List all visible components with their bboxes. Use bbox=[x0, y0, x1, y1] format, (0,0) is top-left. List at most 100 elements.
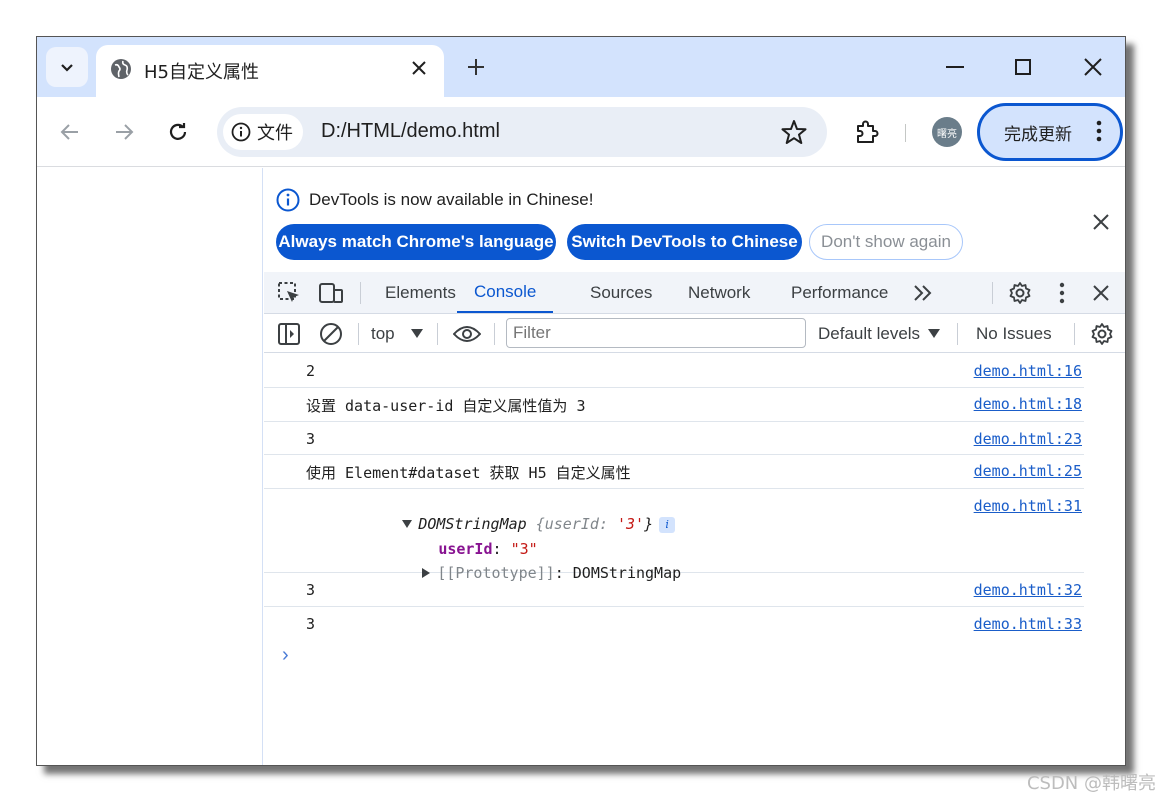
info-badge[interactable]: i bbox=[659, 516, 676, 533]
language-infobar: DevTools is now available in Chinese! Al… bbox=[264, 168, 1125, 272]
tab-search-button[interactable] bbox=[46, 47, 88, 87]
log-levels-dropdown[interactable]: Default levels bbox=[818, 324, 920, 344]
close-icon bbox=[412, 61, 426, 75]
clear-console-button[interactable] bbox=[318, 321, 344, 347]
log-message: 设置 data-user-id 自定义属性值为 3 bbox=[306, 397, 586, 415]
log-message: 2 bbox=[306, 362, 316, 380]
info-icon bbox=[276, 188, 300, 212]
sidebar-toggle-button[interactable] bbox=[276, 321, 302, 347]
divider bbox=[1074, 323, 1075, 345]
url-text[interactable]: D:/HTML/demo.html bbox=[321, 120, 500, 143]
reload-icon bbox=[169, 123, 187, 140]
browser-window: H5自定义属性 文件 D:/HTML/demo.html 曙亮 完成更新 Dev… bbox=[36, 36, 1126, 766]
console-toolbar: top Default levels No Issues bbox=[264, 315, 1125, 353]
live-expression-button[interactable] bbox=[452, 321, 482, 347]
close-icon[interactable] bbox=[1089, 210, 1113, 234]
log-source-link[interactable]: demo.html:32 bbox=[974, 581, 1082, 599]
log-source-link[interactable]: demo.html:16 bbox=[974, 362, 1082, 380]
address-bar[interactable]: 文件 D:/HTML/demo.html bbox=[217, 107, 827, 157]
log-row: 2 demo.html:16 bbox=[264, 355, 1084, 388]
forward-button[interactable] bbox=[107, 115, 141, 149]
minimize-button[interactable] bbox=[935, 51, 975, 83]
divider bbox=[358, 323, 359, 345]
devtools-menu-button[interactable] bbox=[1049, 280, 1075, 306]
console-settings-button[interactable] bbox=[1089, 321, 1115, 347]
inspect-element-button[interactable] bbox=[276, 280, 302, 306]
globe-icon bbox=[111, 59, 131, 79]
log-source-link[interactable]: demo.html:25 bbox=[974, 462, 1082, 480]
gear-icon bbox=[1091, 323, 1113, 345]
log-source-link[interactable]: demo.html:23 bbox=[974, 430, 1082, 448]
tab-performance[interactable]: Performance bbox=[791, 272, 888, 313]
site-info-chip[interactable]: 文件 bbox=[223, 114, 303, 150]
divider bbox=[360, 282, 361, 304]
arrow-right-icon bbox=[116, 124, 134, 140]
watermark: CSDN @韩曙亮 bbox=[1026, 773, 1156, 794]
object-preview-key: userId bbox=[544, 515, 599, 533]
maximize-button[interactable] bbox=[1003, 51, 1043, 83]
new-tab-button[interactable] bbox=[461, 52, 491, 82]
log-source-link[interactable]: demo.html:31 bbox=[974, 497, 1082, 515]
devtools-close-button[interactable] bbox=[1088, 280, 1114, 306]
tab-network[interactable]: Network bbox=[688, 272, 750, 313]
tab-title: H5自定义属性 bbox=[144, 62, 259, 83]
context-selector[interactable]: top bbox=[371, 324, 395, 344]
log-row: 3 demo.html:23 bbox=[264, 422, 1084, 455]
dont-show-again-button[interactable]: Don't show again bbox=[809, 224, 963, 260]
chevron-down-icon bbox=[61, 64, 73, 72]
log-source-link[interactable]: demo.html:33 bbox=[974, 615, 1082, 633]
log-source-link[interactable]: demo.html:18 bbox=[974, 395, 1082, 413]
kebab-menu-icon bbox=[1096, 120, 1102, 142]
tab-sources[interactable]: Sources bbox=[590, 272, 652, 313]
tab-close-button[interactable] bbox=[406, 55, 432, 81]
divider bbox=[957, 323, 958, 345]
tab-strip: H5自定义属性 bbox=[37, 37, 1125, 97]
window-close-button[interactable] bbox=[1073, 51, 1113, 83]
always-match-language-button[interactable]: Always match Chrome's language bbox=[276, 224, 556, 260]
more-tabs-button[interactable] bbox=[910, 280, 936, 306]
log-message: 3 bbox=[306, 581, 316, 599]
log-row-object: DOMStringMap {userId: '3'} i userId: "3" … bbox=[264, 489, 1084, 582]
gear-icon bbox=[1009, 282, 1031, 304]
info-icon bbox=[231, 122, 251, 142]
device-toolbar-button[interactable] bbox=[318, 280, 344, 306]
kebab-menu-icon bbox=[1059, 282, 1065, 304]
browser-toolbar: 文件 D:/HTML/demo.html 曙亮 完成更新 bbox=[37, 97, 1125, 167]
object-preview-value: '3' bbox=[617, 515, 645, 533]
devtools-tab-bar: Elements Console Sources Network Perform… bbox=[264, 272, 1125, 314]
double-chevron-right-icon bbox=[914, 285, 932, 301]
switch-to-chinese-button[interactable]: Switch DevTools to Chinese bbox=[567, 224, 802, 260]
browser-tab[interactable]: H5自定义属性 bbox=[96, 45, 444, 97]
dropdown-arrow-icon[interactable] bbox=[411, 329, 423, 339]
profile-avatar[interactable]: 曙亮 bbox=[932, 117, 962, 147]
extensions-puzzle-icon[interactable] bbox=[852, 117, 882, 147]
update-button[interactable]: 完成更新 bbox=[977, 103, 1123, 161]
infobar-message: DevTools is now available in Chinese! bbox=[309, 190, 594, 209]
divider bbox=[494, 323, 495, 345]
back-button[interactable] bbox=[53, 115, 87, 149]
divider bbox=[992, 282, 993, 304]
page-viewport bbox=[37, 168, 263, 765]
reload-button[interactable] bbox=[161, 115, 195, 149]
sidebar-icon bbox=[278, 323, 300, 345]
log-row: 3 demo.html:33 bbox=[264, 607, 1084, 640]
tab-console[interactable]: Console bbox=[457, 272, 554, 313]
console-prompt-row[interactable]: › bbox=[264, 640, 1125, 680]
log-message: 3 bbox=[306, 430, 316, 448]
log-row: 使用 Element#dataset 获取 H5 自定义属性 demo.html… bbox=[264, 455, 1084, 489]
console-prompt[interactable]: › bbox=[282, 644, 289, 667]
bookmark-star-icon[interactable] bbox=[781, 119, 807, 145]
site-info-label: 文件 bbox=[257, 123, 293, 144]
dropdown-arrow-icon[interactable] bbox=[928, 329, 940, 339]
devtools-settings-button[interactable] bbox=[1007, 280, 1033, 306]
object-preview-colon: : bbox=[598, 515, 617, 533]
filter-input[interactable] bbox=[506, 318, 806, 348]
tab-elements[interactable]: Elements bbox=[385, 272, 456, 313]
close-icon bbox=[1093, 285, 1109, 301]
maximize-icon bbox=[1015, 59, 1031, 75]
minimize-icon bbox=[946, 66, 964, 68]
device-icon bbox=[319, 283, 343, 303]
log-row: 设置 data-user-id 自定义属性值为 3 demo.html:18 bbox=[264, 388, 1084, 422]
issues-counter[interactable]: No Issues bbox=[976, 324, 1052, 344]
eye-icon bbox=[453, 326, 481, 342]
